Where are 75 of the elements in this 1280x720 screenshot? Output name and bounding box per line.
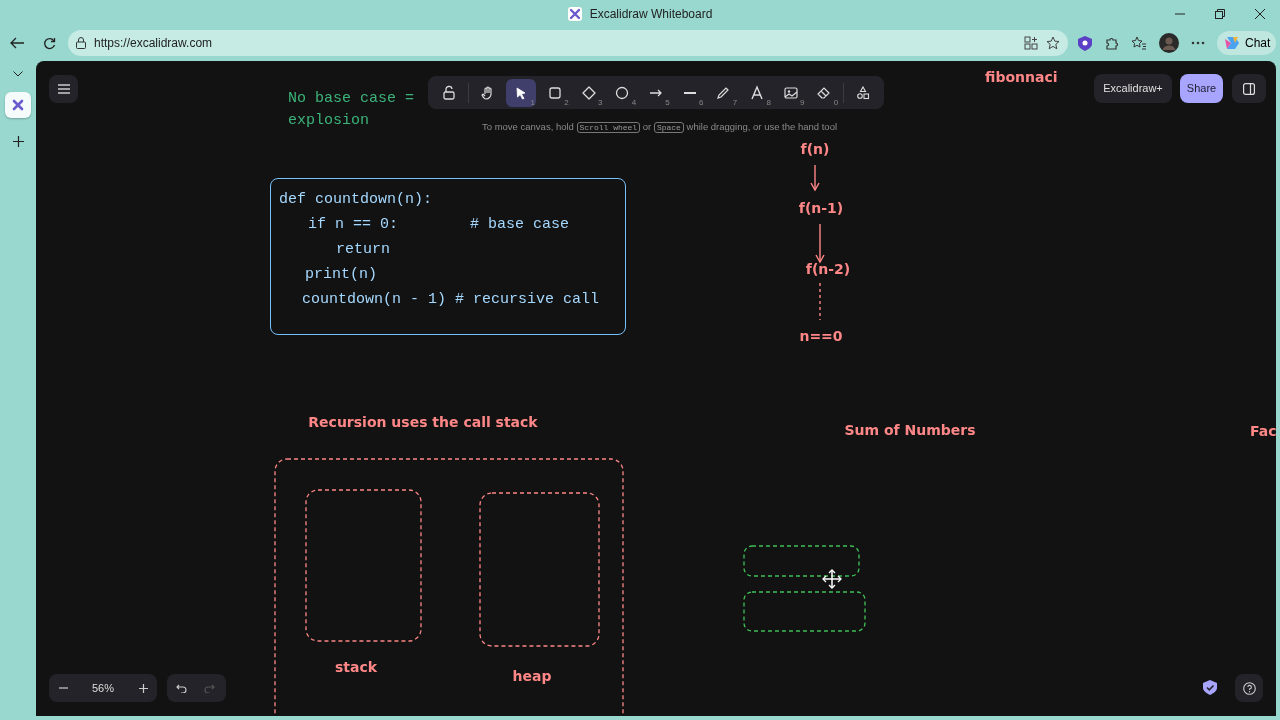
diagram-title: fibonnaci — [985, 69, 1058, 86]
lock-icon — [440, 84, 457, 101]
node-label: f(n-1) — [798, 200, 844, 217]
text-tool-button[interactable]: 8 — [742, 78, 772, 107]
app-logo-icon — [11, 98, 25, 112]
line-tool-button[interactable]: 6 — [674, 78, 705, 107]
copilot-icon — [1223, 35, 1241, 51]
pencil-tool-button[interactable]: 7 — [708, 78, 739, 107]
restore-icon — [1215, 9, 1225, 19]
code-line: print(n) — [305, 265, 377, 285]
profile-avatar-icon[interactable] — [1159, 33, 1179, 53]
favorites-icon[interactable] — [1131, 36, 1147, 50]
diamond-icon — [580, 84, 597, 101]
shield-icon[interactable] — [1078, 35, 1092, 51]
line-icon — [683, 91, 696, 94]
add-app-icon[interactable] — [1024, 36, 1038, 50]
code-line: def countdown(n): — [279, 190, 433, 210]
arrow — [815, 223, 825, 264]
label-text: Fac — [1250, 423, 1276, 440]
address-bar[interactable]: https://excalidraw.com — [68, 30, 1068, 56]
excalidraw-plus-button[interactable]: Excalidraw+ — [1094, 74, 1172, 103]
label-text: Sum of Numbers — [844, 422, 976, 439]
node-label: f(n-2) — [805, 261, 851, 278]
reload-icon — [42, 36, 56, 50]
move-cursor-icon — [822, 569, 842, 589]
browser-tab[interactable] — [5, 92, 31, 118]
back-arrow-icon — [10, 37, 24, 49]
plus-icon — [138, 683, 148, 693]
sidebar-toggle-button[interactable] — [1232, 74, 1266, 103]
favorite-star-icon[interactable] — [1046, 36, 1060, 50]
diamond-tool-button[interactable]: 3 — [573, 78, 604, 107]
extensions-icon[interactable] — [1104, 35, 1119, 51]
chat-button[interactable]: Chat — [1217, 31, 1277, 55]
eraser-tool-button[interactable]: 0 — [809, 78, 840, 107]
square-icon — [546, 84, 563, 101]
ellipse-tool-button[interactable]: 4 — [607, 78, 638, 107]
text-icon — [749, 84, 765, 101]
arrow — [810, 164, 820, 192]
plus-icon — [12, 135, 24, 147]
help-button[interactable] — [1235, 674, 1263, 702]
note-text: No base case = — [288, 90, 415, 108]
menu-icon — [57, 84, 70, 94]
shield-check-icon[interactable] — [1203, 680, 1217, 695]
menu-button[interactable] — [49, 75, 78, 103]
label-text: stack — [334, 659, 378, 676]
code-line: if n == 0: # base case — [308, 215, 570, 235]
label-text: heap — [512, 668, 552, 685]
undo-icon — [175, 683, 187, 693]
node-label: f(n) — [800, 141, 830, 158]
node-label: n==0 — [799, 328, 843, 345]
url-text: https://excalidraw.com — [94, 35, 214, 52]
close-icon — [1255, 9, 1265, 19]
selection-tool-button[interactable]: 1 — [506, 78, 537, 107]
app-logo-icon — [567, 7, 582, 21]
more-options-icon[interactable] — [1191, 41, 1205, 45]
window-title: Excalidraw Whiteboard — [589, 6, 713, 23]
code-line: return — [336, 240, 390, 260]
minus-icon — [58, 687, 68, 689]
arrow-tool-button[interactable]: 5 — [641, 78, 671, 107]
code-line: countdown(n - 1) # recursive call — [302, 290, 600, 310]
shapes-icon — [855, 84, 872, 101]
lock-icon — [76, 37, 86, 49]
note-text: explosion — [288, 112, 369, 130]
image-tool-button[interactable]: 9 — [775, 78, 806, 107]
redo-icon — [203, 683, 215, 693]
image-icon — [782, 84, 799, 101]
hint-text: To move canvas, hold Scroll wheel or Space while dragging, or use the hand tool — [482, 120, 838, 135]
sidebar-icon — [1243, 82, 1255, 95]
help-icon — [1242, 681, 1256, 695]
share-button[interactable]: Share — [1180, 74, 1223, 103]
dashed-connector — [819, 282, 821, 321]
rectangle-tool-button[interactable]: 2 — [540, 78, 570, 107]
circle-icon — [614, 84, 631, 101]
chevron-down-icon — [13, 71, 23, 77]
label-text: Recursion uses the call stack — [308, 414, 538, 431]
